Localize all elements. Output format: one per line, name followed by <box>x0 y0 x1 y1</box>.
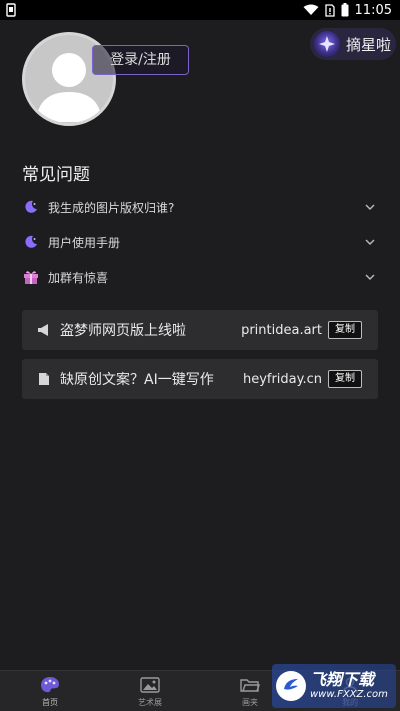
watermark-url: www.FXXZ.com <box>310 689 388 700</box>
gift-icon <box>22 268 40 286</box>
document-icon <box>36 371 52 387</box>
status-bar: 11:05 <box>0 0 400 20</box>
promo-url: heyfriday.cn <box>242 371 322 387</box>
megaphone-icon <box>36 322 52 338</box>
nav-label: 艺术展 <box>138 698 162 707</box>
faq-item-copyright[interactable]: 我生成的图片版权归谁? <box>22 193 378 221</box>
faq-item-label: 我生成的图片版权归谁? <box>48 200 175 215</box>
star-badge-label: 摘星啦 <box>346 35 392 54</box>
palette-icon <box>39 675 61 695</box>
promo-text: 盗梦师网页版上线啦 <box>60 323 186 339</box>
moon-star-icon <box>22 198 40 216</box>
nav-art-exhibition[interactable]: 艺术展 <box>100 671 200 711</box>
copy-button[interactable]: 复制 <box>328 370 362 388</box>
chevron-down-icon <box>365 204 375 210</box>
battery-icon <box>341 3 349 17</box>
wifi-icon <box>303 4 319 15</box>
watermark-title: 飞翔下载 <box>310 670 375 689</box>
copy-button[interactable]: 复制 <box>328 321 362 339</box>
chevron-down-icon <box>365 239 375 245</box>
faq-title: 常见问题 <box>22 165 90 185</box>
no-sim-icon <box>324 3 335 17</box>
star-collect-button[interactable]: 摘星啦 <box>310 28 396 60</box>
nav-label: 首页 <box>42 698 58 707</box>
star-gem-icon <box>314 31 340 57</box>
faq-item-label: 加群有惊喜 <box>48 270 109 285</box>
faq-item-join-group[interactable]: 加群有惊喜 <box>22 263 378 291</box>
moon-star-icon <box>22 233 40 251</box>
promo-url: printidea.art <box>241 322 322 338</box>
watermark-logo-icon <box>276 671 306 701</box>
promo-text: 缺原创文案？AI一键写作 <box>60 372 214 388</box>
screenshot-icon <box>6 3 16 17</box>
faq-item-manual[interactable]: 用户使用手册 <box>22 228 378 256</box>
status-time: 11:05 <box>354 2 392 18</box>
folder-icon <box>239 675 261 695</box>
watermark: 飞翔下载 www.FXXZ.com <box>272 664 396 708</box>
faq-item-label: 用户使用手册 <box>48 235 121 250</box>
chevron-down-icon <box>365 274 375 280</box>
login-register-button[interactable]: 登录/注册 <box>92 45 189 75</box>
nav-label: 画夹 <box>242 698 258 707</box>
promo-card-web[interactable]: 盗梦师网页版上线啦 printidea.art 复制 <box>22 310 378 350</box>
promo-card-ai-writing[interactable]: 缺原创文案？AI一键写作 heyfriday.cn 复制 <box>22 359 378 399</box>
picture-icon <box>139 675 161 695</box>
nav-home[interactable]: 首页 <box>0 671 100 711</box>
